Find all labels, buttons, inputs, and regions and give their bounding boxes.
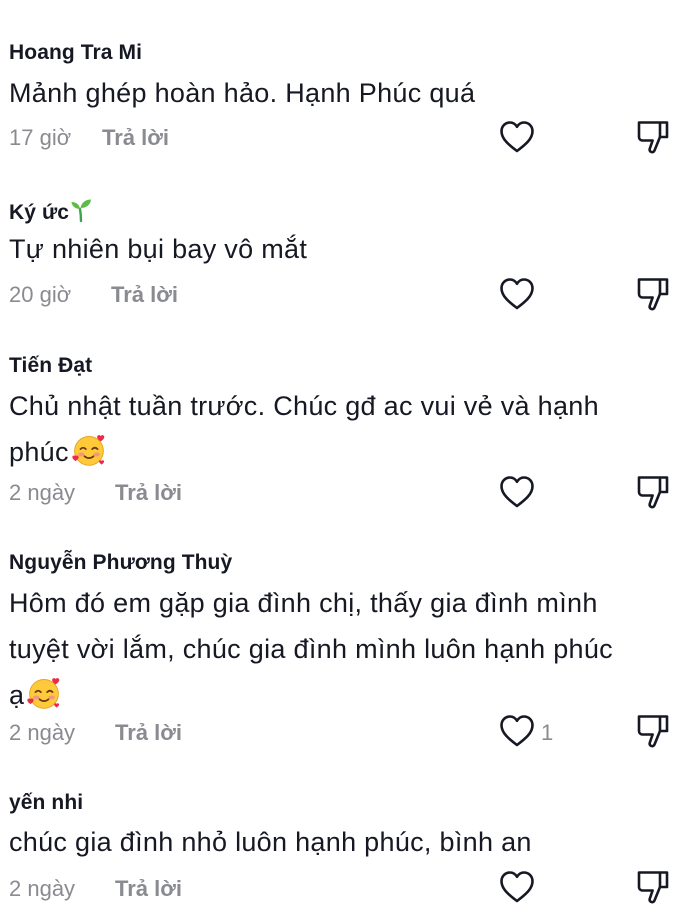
reply-button[interactable]: Trả lời xyxy=(115,480,182,506)
comment-timestamp: 2 ngày xyxy=(9,720,76,745)
comment-text: Tự nhiên bụi bay vô mắt xyxy=(9,234,308,264)
comment-text-line: Chủ nhật tuần trước. Chúc gđ ac vui vẻ v… xyxy=(9,391,599,421)
dislike-icon[interactable] xyxy=(636,869,670,905)
comment-username-label: Ký ức xyxy=(9,201,70,224)
comment-username[interactable]: Hoang Tra Mi xyxy=(9,41,142,65)
reply-button[interactable]: Trả lời xyxy=(115,876,182,902)
like-heart-icon[interactable] xyxy=(499,714,535,748)
dislike-icon[interactable] xyxy=(636,276,670,312)
smiling-face-with-hearts-icon xyxy=(26,675,62,711)
comment-username[interactable]: Nguyễn Phương Thuỳ xyxy=(9,551,232,575)
comment-text: Chủ nhật tuần trước. Chúc gđ ac vui vẻ v… xyxy=(9,383,681,475)
comment-text: Hôm đó em gặp gia đình chị, thấy gia đìn… xyxy=(9,580,681,718)
like-heart-icon[interactable] xyxy=(499,870,535,904)
like-count: 1 xyxy=(541,720,554,745)
seedling-icon xyxy=(70,198,92,222)
dislike-icon[interactable] xyxy=(636,474,670,510)
smiling-face-with-hearts-icon xyxy=(71,432,107,468)
like-heart-icon[interactable] xyxy=(499,277,535,311)
comment-text-line: ạ xyxy=(9,672,681,718)
comment-timestamp: 20 giờ xyxy=(9,282,72,307)
comment-timestamp: 2 ngày xyxy=(9,480,76,505)
reply-button[interactable]: Trả lời xyxy=(115,720,182,746)
comment-timestamp: 2 ngày xyxy=(9,876,76,901)
comment-text: Mảnh ghép hoàn hảo. Hạnh Phúc quá xyxy=(9,78,476,108)
like-heart-icon[interactable] xyxy=(499,120,535,154)
reply-button[interactable]: Trả lời xyxy=(111,282,178,308)
dislike-icon[interactable] xyxy=(636,119,670,155)
comment-text-line: Hôm đó em gặp gia đình chị, thấy gia đìn… xyxy=(9,588,598,618)
comment-text: chúc gia đình nhỏ luôn hạnh phúc, bình a… xyxy=(9,827,532,857)
comment-timestamp: 17 giờ xyxy=(9,125,72,150)
comment-text-line: tuyệt vời lắm, chúc gia đình mình luôn h… xyxy=(9,634,613,664)
comment-username[interactable]: Ký ức xyxy=(9,198,92,225)
reply-button[interactable]: Trả lời xyxy=(102,125,169,151)
comment-text-line: phúc xyxy=(9,429,681,475)
like-heart-icon[interactable] xyxy=(499,475,535,509)
comment-username[interactable]: Tiến Đạt xyxy=(9,354,92,378)
dislike-icon[interactable] xyxy=(636,713,670,749)
comment-username[interactable]: yến nhi xyxy=(9,791,83,815)
